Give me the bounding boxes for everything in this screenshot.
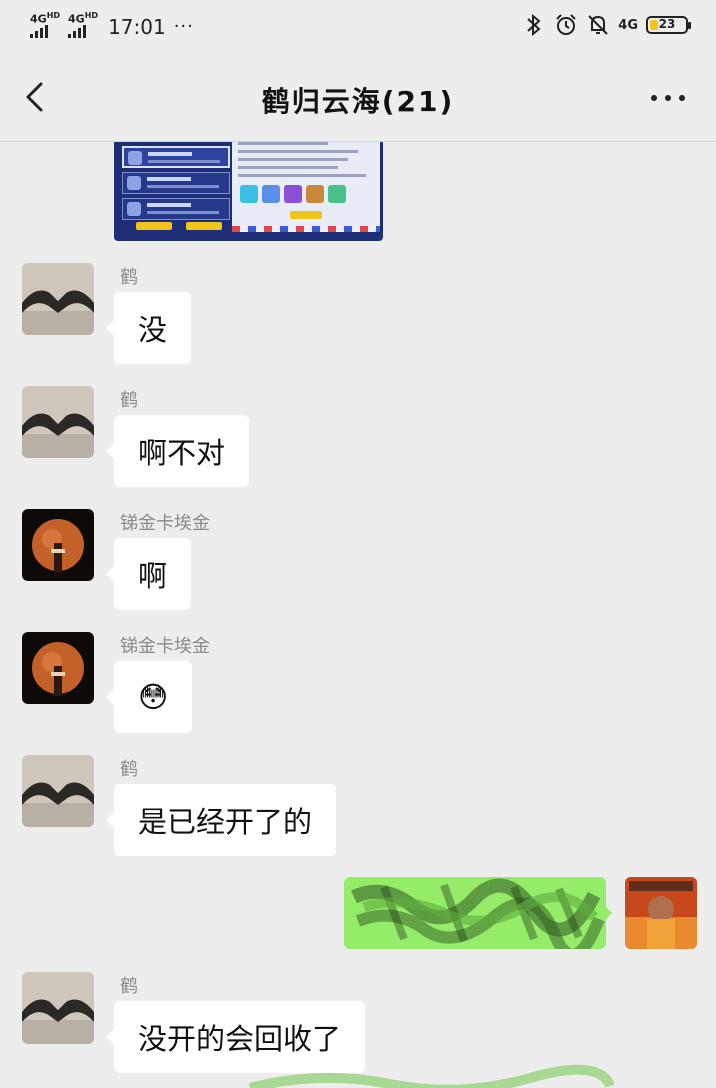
scribble-overlay xyxy=(248,1064,615,1088)
sim1-signal-icon: 4GHD xyxy=(30,10,60,38)
sender-name: 锑金卡埃金 xyxy=(120,636,210,657)
chat-header: 鹤归云海(21) xyxy=(0,52,716,142)
message-bubble[interactable]: 是已经开了的 xyxy=(105,784,337,856)
sender-name: 鹤 xyxy=(120,976,138,997)
message-bubble[interactable]: 啊 xyxy=(105,538,192,610)
alarm-icon xyxy=(556,14,576,35)
message-list[interactable]: 鹤 没 鹤 啊不对 锑金卡埃金 啊 锑金卡埃金 😳 鹤 是已经开了的 鹤 没开的… xyxy=(0,142,716,1088)
sender-name: 鹤 xyxy=(120,267,138,288)
bubble-tail xyxy=(604,905,612,921)
message-bubble[interactable]: 没 xyxy=(105,292,192,364)
screenshot-mail-list xyxy=(120,142,235,230)
screenshot-mail-content xyxy=(232,142,380,232)
my-avatar[interactable] xyxy=(625,877,697,949)
avatar[interactable] xyxy=(22,263,94,335)
network-type: 4G xyxy=(618,17,638,33)
sender-name: 鹤 xyxy=(120,390,138,411)
avatar[interactable] xyxy=(22,972,94,1044)
message-bubble[interactable]: 😳 xyxy=(105,661,193,733)
scribble-overlay xyxy=(351,878,605,949)
avatar[interactable] xyxy=(22,632,94,704)
sim2-signal-icon: 4GHD xyxy=(68,10,98,38)
status-overflow: ··· xyxy=(173,15,194,37)
mute-icon xyxy=(588,15,608,35)
sender-name: 鹤 xyxy=(120,759,138,780)
more-dots-icon[interactable] xyxy=(650,88,686,108)
battery-text: 23 xyxy=(658,17,676,31)
battery-icon: 23 xyxy=(646,16,691,34)
status-left: 4GHD 4GHD 17:01 ··· xyxy=(30,10,194,38)
status-bar: 4GHD 4GHD 17:01 ··· 4G 23 xyxy=(0,0,716,52)
avatar[interactable] xyxy=(22,755,94,827)
status-right: 4G 23 xyxy=(522,12,691,38)
message-bubble[interactable]: 啊不对 xyxy=(105,415,250,487)
bluetooth-icon xyxy=(527,13,541,37)
avatar[interactable] xyxy=(22,509,94,581)
chat-title: 鹤归云海(21) xyxy=(261,85,455,118)
sent-message-bubble[interactable] xyxy=(344,877,606,949)
image-message[interactable] xyxy=(114,142,383,241)
status-time: 17:01 xyxy=(108,14,166,39)
sender-name: 锑金卡埃金 xyxy=(120,513,210,534)
avatar[interactable] xyxy=(22,386,94,458)
